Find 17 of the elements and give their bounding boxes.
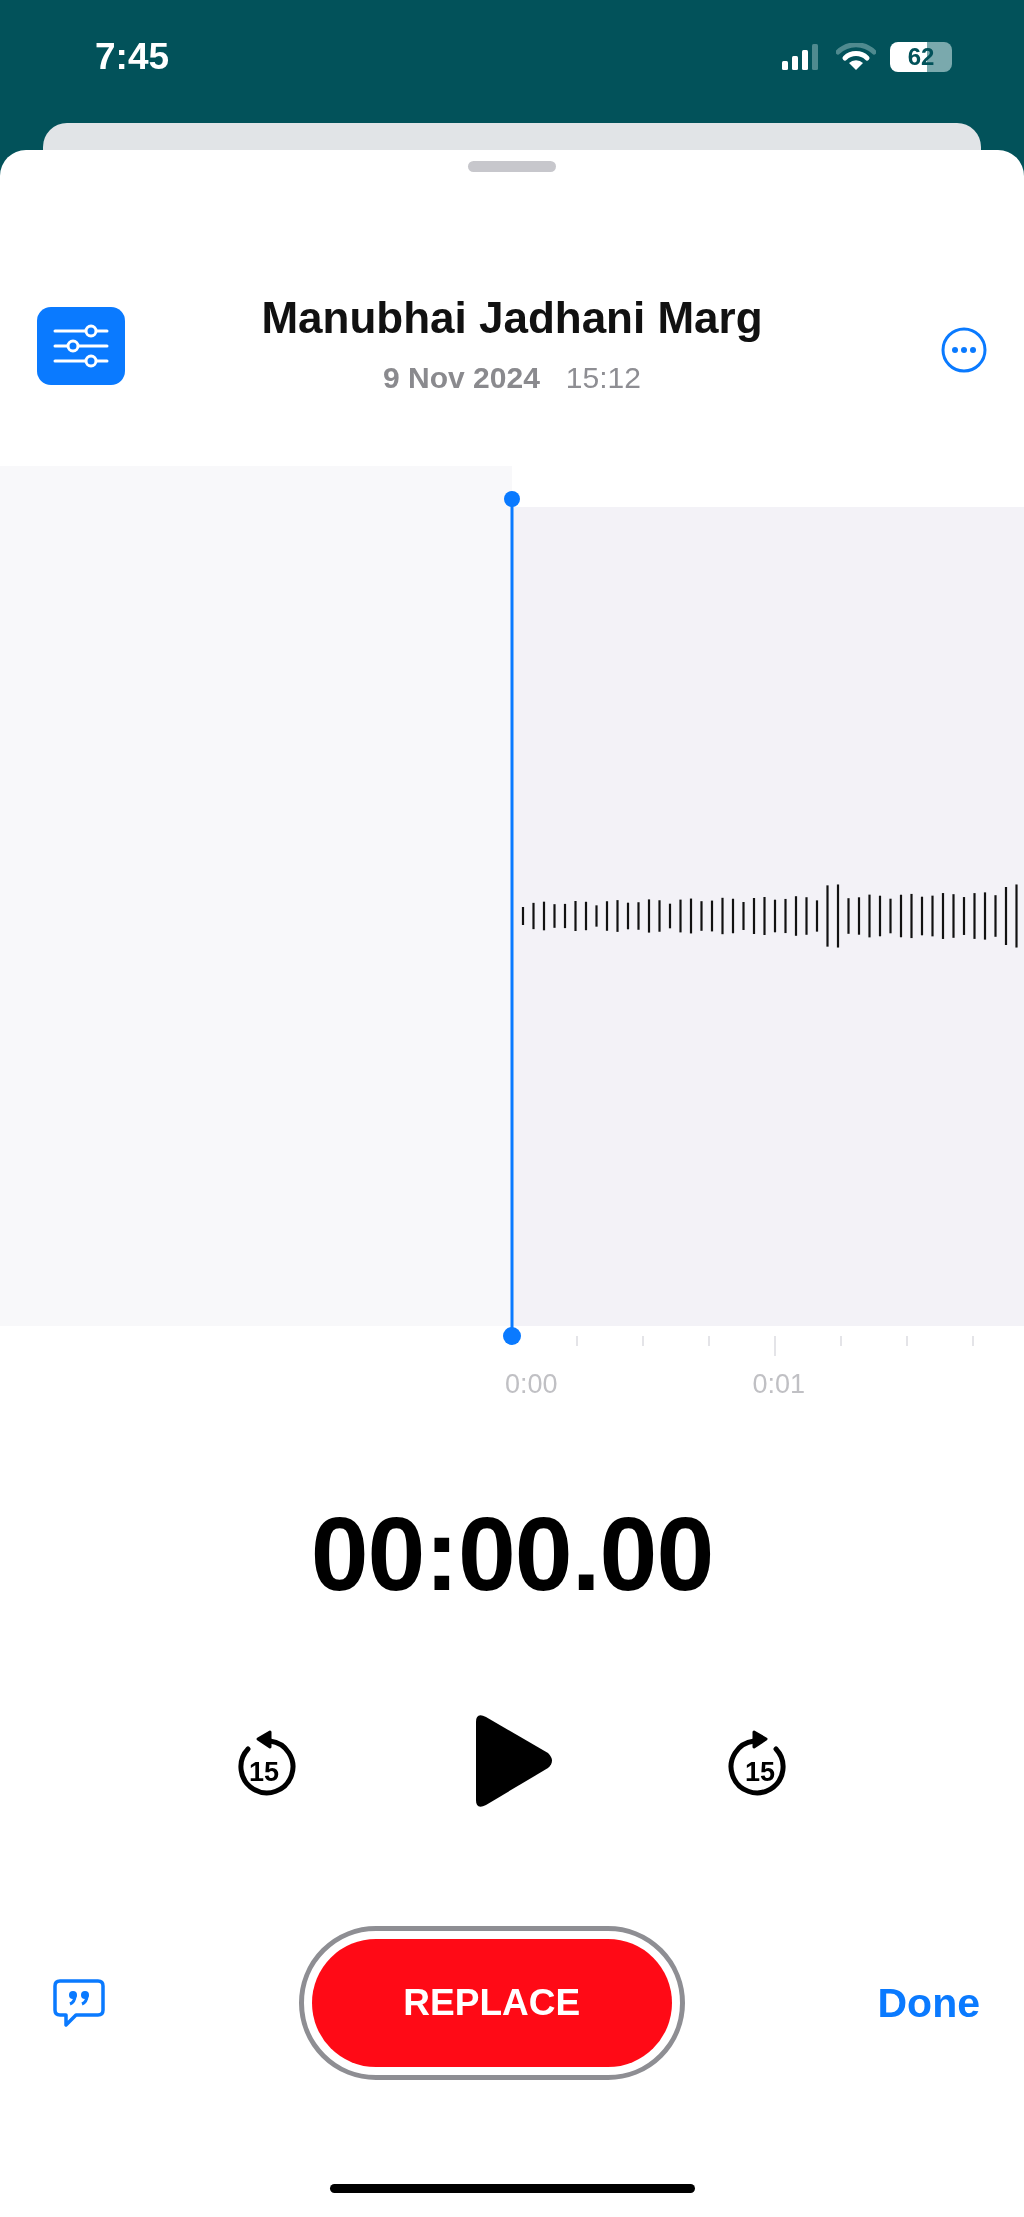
- recording-date: 9 Nov 2024: [383, 360, 540, 396]
- time-label: 0:00: [505, 1368, 558, 1401]
- elapsed-timer: 00:00.00: [310, 1495, 714, 1614]
- skip-back-button[interactable]: 15: [230, 1725, 298, 1797]
- recording-time: 15:12: [565, 360, 641, 396]
- settings-button[interactable]: [37, 307, 125, 385]
- wifi-icon: [836, 42, 876, 71]
- skip-forward-button[interactable]: 15: [726, 1725, 794, 1797]
- battery-icon: 62: [890, 41, 952, 72]
- sliders-icon: [51, 323, 111, 369]
- more-button[interactable]: [941, 327, 987, 373]
- time-label: 0:01: [752, 1368, 806, 1401]
- done-button[interactable]: Done: [877, 1979, 980, 2027]
- transcript-button[interactable]: [52, 1978, 106, 2028]
- status-time: 7:45: [95, 35, 170, 78]
- replace-button[interactable]: REPLACE: [311, 1939, 672, 2067]
- recording-title: Manubhai Jadhani Marg: [261, 292, 763, 344]
